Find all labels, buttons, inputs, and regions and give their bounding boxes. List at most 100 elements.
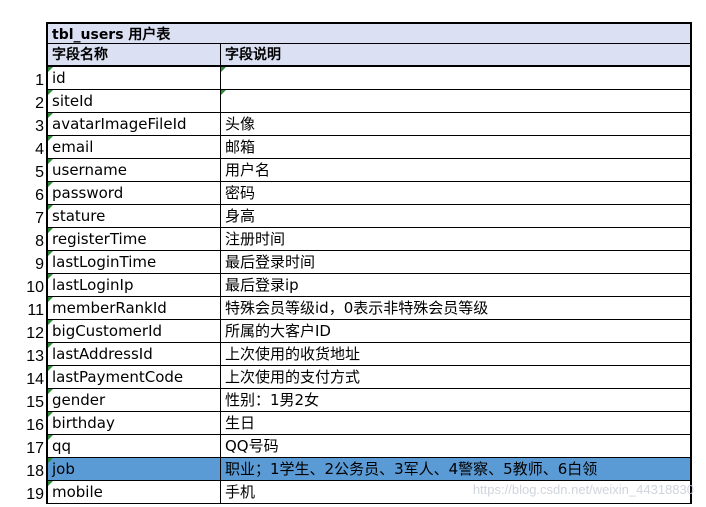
header-field-name[interactable]: 字段名称 <box>48 44 221 65</box>
field-name-cell[interactable]: birthday <box>48 412 221 434</box>
row-number[interactable]: 9 <box>0 253 44 276</box>
row-number[interactable]: 18 <box>0 460 44 483</box>
field-desc-cell[interactable]: 特殊会员等级id，0表示非特殊会员等级 <box>221 297 690 319</box>
field-name-cell[interactable]: memberRankId <box>48 297 221 319</box>
row-number[interactable]: 2 <box>0 92 44 115</box>
field-desc-cell[interactable]: 身高 <box>221 205 690 227</box>
field-name-text: username <box>52 161 127 179</box>
table-row[interactable]: stature 身高 <box>48 205 690 228</box>
field-name-text: memberRankId <box>52 299 167 317</box>
field-desc-cell[interactable]: 邮箱 <box>221 136 690 158</box>
field-desc-cell[interactable]: 用户名 <box>221 159 690 181</box>
row-number[interactable]: 13 <box>0 345 44 368</box>
field-desc-cell[interactable]: 生日 <box>221 412 690 434</box>
table-row[interactable]: qq QQ号码 <box>48 435 690 458</box>
text-format-marker-icon <box>221 90 226 95</box>
field-name-text: email <box>52 138 94 156</box>
text-format-marker-icon <box>48 297 53 302</box>
field-name-cell[interactable]: email <box>48 136 221 158</box>
field-desc-cell[interactable]: 最后登录ip <box>221 274 690 296</box>
field-desc-text: 上次使用的支付方式 <box>225 368 361 386</box>
field-name-cell[interactable]: lastLoginIp <box>48 274 221 296</box>
field-name-cell[interactable]: lastPaymentCode <box>48 366 221 388</box>
row-number[interactable]: 7 <box>0 207 44 230</box>
text-format-marker-icon <box>48 366 53 371</box>
field-desc-cell[interactable] <box>221 67 690 89</box>
table-row[interactable]: lastLoginIp 最后登录ip <box>48 274 690 297</box>
field-desc-text: 生日 <box>225 414 256 432</box>
field-name-cell[interactable]: mobile <box>48 481 221 503</box>
field-name-cell[interactable]: id <box>48 67 221 89</box>
table-title[interactable]: tbl_users 用户表 <box>48 22 690 44</box>
row-number[interactable]: 17 <box>0 437 44 460</box>
row-number[interactable]: 6 <box>0 184 44 207</box>
table-row[interactable]: lastPaymentCode 上次使用的支付方式 <box>48 366 690 389</box>
field-desc-cell[interactable]: 性别：1男2女 <box>221 389 690 411</box>
field-desc-cell[interactable] <box>221 90 690 112</box>
field-desc-text: 手机 <box>225 483 256 501</box>
row-number[interactable]: 16 <box>0 414 44 437</box>
table-row[interactable]: password 密码 <box>48 182 690 205</box>
field-name-text: id <box>52 69 66 87</box>
table-row[interactable]: job 职业；1学生、2公务员、3军人、4警察、5教师、6白领 <box>48 458 690 481</box>
field-name-cell[interactable]: password <box>48 182 221 204</box>
field-name-cell[interactable]: avatarImageFileId <box>48 113 221 135</box>
row-number[interactable]: 10 <box>0 276 44 299</box>
header-field-desc[interactable]: 字段说明 <box>221 44 690 65</box>
field-desc-text: 密码 <box>225 184 256 202</box>
field-name-cell[interactable]: username <box>48 159 221 181</box>
row-number[interactable]: 1 <box>0 69 44 92</box>
table-row[interactable]: birthday 生日 <box>48 412 690 435</box>
spreadsheet: 1 2 3 4 5 6 7 8 9 10 11 12 13 14 15 16 17 18 19 tbl_users … <box>0 0 706 507</box>
field-desc-cell[interactable]: 上次使用的支付方式 <box>221 366 690 388</box>
table-row[interactable]: lastLoginTime 最后登录时间 <box>48 251 690 274</box>
field-desc-cell[interactable]: 上次使用的收货地址 <box>221 343 690 365</box>
row-number[interactable]: 15 <box>0 391 44 414</box>
field-desc-cell[interactable]: 最后登录时间 <box>221 251 690 273</box>
field-desc-text: 注册时间 <box>225 230 286 248</box>
table-row[interactable]: gender 性别：1男2女 <box>48 389 690 412</box>
row-number[interactable]: 3 <box>0 115 44 138</box>
field-desc-text: 用户名 <box>225 161 271 179</box>
row-number[interactable]: 5 <box>0 161 44 184</box>
row-number[interactable]: 19 <box>0 483 44 506</box>
table-row[interactable]: id <box>48 67 690 90</box>
text-format-marker-icon <box>48 412 53 417</box>
field-name-cell[interactable]: lastLoginTime <box>48 251 221 273</box>
field-desc-cell[interactable]: 职业；1学生、2公务员、3军人、4警察、5教师、6白领 <box>221 458 690 480</box>
text-format-marker-icon <box>48 389 53 394</box>
row-number[interactable]: 12 <box>0 322 44 345</box>
field-desc-cell[interactable]: 头像 <box>221 113 690 135</box>
text-format-marker-icon <box>48 435 53 440</box>
table-row[interactable]: avatarImageFileId 头像 <box>48 113 690 136</box>
table-row[interactable]: bigCustomerId 所属的大客户ID <box>48 320 690 343</box>
text-format-marker-icon <box>48 228 53 233</box>
table-row[interactable]: username 用户名 <box>48 159 690 182</box>
text-format-marker-icon <box>48 320 53 325</box>
table-row[interactable]: lastAddressId 上次使用的收货地址 <box>48 343 690 366</box>
field-desc-cell[interactable]: 所属的大客户ID <box>221 320 690 342</box>
field-name-cell[interactable]: qq <box>48 435 221 457</box>
field-desc-text: 特殊会员等级id，0表示非特殊会员等级 <box>225 299 489 317</box>
field-name-cell[interactable]: siteId <box>48 90 221 112</box>
field-name-cell[interactable]: lastAddressId <box>48 343 221 365</box>
text-format-marker-icon <box>48 274 53 279</box>
field-desc-text: 所属的大客户ID <box>225 322 331 340</box>
row-number[interactable]: 4 <box>0 138 44 161</box>
field-name-cell[interactable]: stature <box>48 205 221 227</box>
table-row[interactable]: memberRankId 特殊会员等级id，0表示非特殊会员等级 <box>48 297 690 320</box>
field-name-cell[interactable]: registerTime <box>48 228 221 250</box>
row-number[interactable]: 14 <box>0 368 44 391</box>
field-desc-cell[interactable]: 密码 <box>221 182 690 204</box>
field-name-cell[interactable]: gender <box>48 389 221 411</box>
field-desc-cell[interactable]: 注册时间 <box>221 228 690 250</box>
field-name-cell[interactable]: bigCustomerId <box>48 320 221 342</box>
table-row[interactable]: siteId <box>48 90 690 113</box>
field-name-text: qq <box>52 437 72 455</box>
field-desc-cell[interactable]: QQ号码 <box>221 435 690 457</box>
table-row[interactable]: registerTime 注册时间 <box>48 228 690 251</box>
table-row[interactable]: email 邮箱 <box>48 136 690 159</box>
row-number[interactable]: 8 <box>0 230 44 253</box>
row-number[interactable]: 11 <box>0 299 44 322</box>
field-name-cell[interactable]: job <box>48 458 221 480</box>
